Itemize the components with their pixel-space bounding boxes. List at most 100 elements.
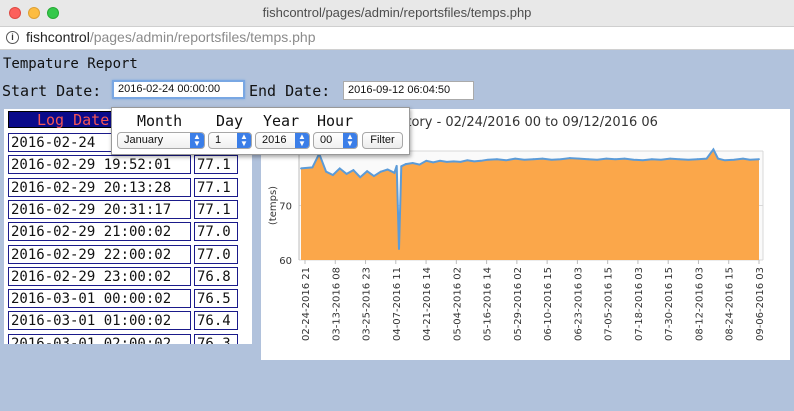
temp-cell: 77.1 [194, 177, 238, 197]
month-label: Month [137, 112, 183, 130]
address-bar[interactable]: i fishcontrol/pages/admin/reportsfiles/t… [0, 27, 794, 50]
data-point [559, 158, 562, 161]
data-point [758, 158, 760, 161]
month-select[interactable]: January ▲ ▼ [117, 132, 205, 149]
data-point [445, 161, 448, 163]
url-host: fishcontrol [26, 29, 90, 45]
data-point [398, 248, 400, 251]
data-point [505, 159, 507, 162]
log-date-cell: 2016-03-01 01:00:02 [8, 311, 191, 331]
temp-cell: 77.0 [194, 222, 238, 242]
data-point [568, 157, 571, 159]
data-point [641, 159, 644, 162]
data-point [466, 159, 469, 162]
data-point [400, 165, 403, 168]
filter-button[interactable]: Filter [362, 132, 403, 149]
hour-select[interactable]: 00 ▲ ▼ [313, 132, 358, 149]
year-value: 2016 [262, 134, 287, 146]
data-point [373, 175, 375, 177]
x-tick-label: 06-10-2016 15 [543, 267, 554, 341]
window-title: fishcontrol/pages/admin/reportsfiles/tem… [262, 5, 532, 20]
data-point [687, 158, 690, 161]
data-point [717, 157, 719, 160]
data-point [311, 166, 314, 169]
temp-cell: 77.0 [194, 244, 238, 264]
data-point [605, 157, 608, 160]
end-date-label: End Date: [249, 82, 331, 100]
data-point [496, 158, 498, 161]
chevron-updown-icon: ▲ ▼ [295, 133, 309, 148]
x-tick-label: 03-13-2016 08 [331, 267, 342, 341]
start-date-input[interactable]: 2016-02-24 00:00:00 [112, 80, 245, 99]
page-title: Tempature Report [3, 56, 138, 72]
data-point [541, 157, 544, 160]
data-point [669, 157, 672, 160]
data-point [411, 162, 414, 164]
data-point [748, 158, 751, 161]
data-point [486, 158, 489, 161]
url-text[interactable]: fishcontrol/pages/admin/reportsfiles/tem… [26, 29, 316, 45]
start-date-label: Start Date: [2, 82, 102, 100]
page-footer [0, 362, 794, 411]
x-tick-label: 07-18-2016 03 [634, 267, 645, 341]
data-point [596, 158, 599, 161]
url-path: /pages/admin/reportsfiles/temps.php [89, 29, 316, 45]
data-point [404, 163, 407, 165]
data-point [345, 172, 348, 175]
data-point [395, 164, 398, 167]
data-point [678, 158, 681, 161]
x-tick-label: 07-30-2016 15 [664, 267, 675, 341]
log-date-cell: 2016-02-29 23:00:02 [8, 266, 191, 286]
chevron-updown-icon: ▲ ▼ [237, 133, 251, 148]
data-point [300, 167, 302, 170]
log-date-cell: 2016-02-29 22:00:02 [8, 244, 191, 264]
log-date-cell: 2016-02-29 19:52:01 [8, 155, 191, 175]
x-tick-label: 04-07-2016 11 [392, 267, 403, 341]
hour-label: Hour [317, 112, 354, 130]
chevron-updown-icon: ▲ ▼ [343, 133, 357, 148]
data-point [359, 176, 362, 179]
year-label: Year [263, 112, 300, 130]
y-axis-label: (temps) [268, 186, 279, 225]
data-point [623, 157, 626, 160]
data-point [632, 158, 635, 161]
log-date-header: Log Date [8, 111, 113, 129]
log-date-cell: 2016-03-01 00:00:02 [8, 289, 191, 309]
y-tick-label: 70 [279, 202, 292, 213]
data-point [459, 161, 462, 163]
day-select[interactable]: 1 ▲ ▼ [208, 132, 252, 149]
temp-cell: 77.1 [194, 199, 238, 219]
hour-value: 00 [320, 134, 333, 146]
data-point [386, 168, 389, 171]
window-titlebar: fishcontrol/pages/admin/reportsfiles/tem… [0, 0, 794, 27]
data-point [660, 158, 662, 161]
data-point [614, 158, 617, 161]
x-tick-label: 09-06-2016 03 [755, 267, 766, 341]
data-point [742, 157, 744, 160]
data-point [514, 157, 517, 160]
data-point [532, 158, 535, 161]
data-point [651, 158, 653, 161]
data-point [432, 161, 435, 164]
data-point [439, 159, 441, 162]
data-point [332, 174, 334, 176]
x-tick-label: 05-04-2016 02 [452, 267, 463, 341]
month-value: January [124, 134, 164, 146]
data-point [425, 159, 428, 162]
data-point [523, 158, 526, 161]
info-icon[interactable]: i [6, 31, 19, 44]
day-label: Day [216, 112, 244, 130]
x-tick-label: 03-25-2016 23 [362, 267, 373, 341]
temp-cell: 76.5 [194, 289, 238, 309]
end-date-input[interactable]: 2016-09-12 06:04:50 [343, 81, 474, 100]
day-value: 1 [215, 134, 222, 146]
data-point [712, 148, 715, 151]
data-point [338, 167, 341, 170]
x-tick-label: 04-21-2016 14 [422, 267, 433, 341]
log-date-cell: 2016-02-29 20:31:17 [8, 199, 191, 219]
data-point [480, 159, 482, 162]
date-filter-popup: Month Day Year Hour January ▲ ▼ 1 ▲ ▼ 2016… [111, 107, 410, 155]
temp-cell: 76.4 [194, 311, 238, 331]
data-point [696, 158, 699, 161]
year-select[interactable]: 2016 ▲ ▼ [255, 132, 310, 149]
